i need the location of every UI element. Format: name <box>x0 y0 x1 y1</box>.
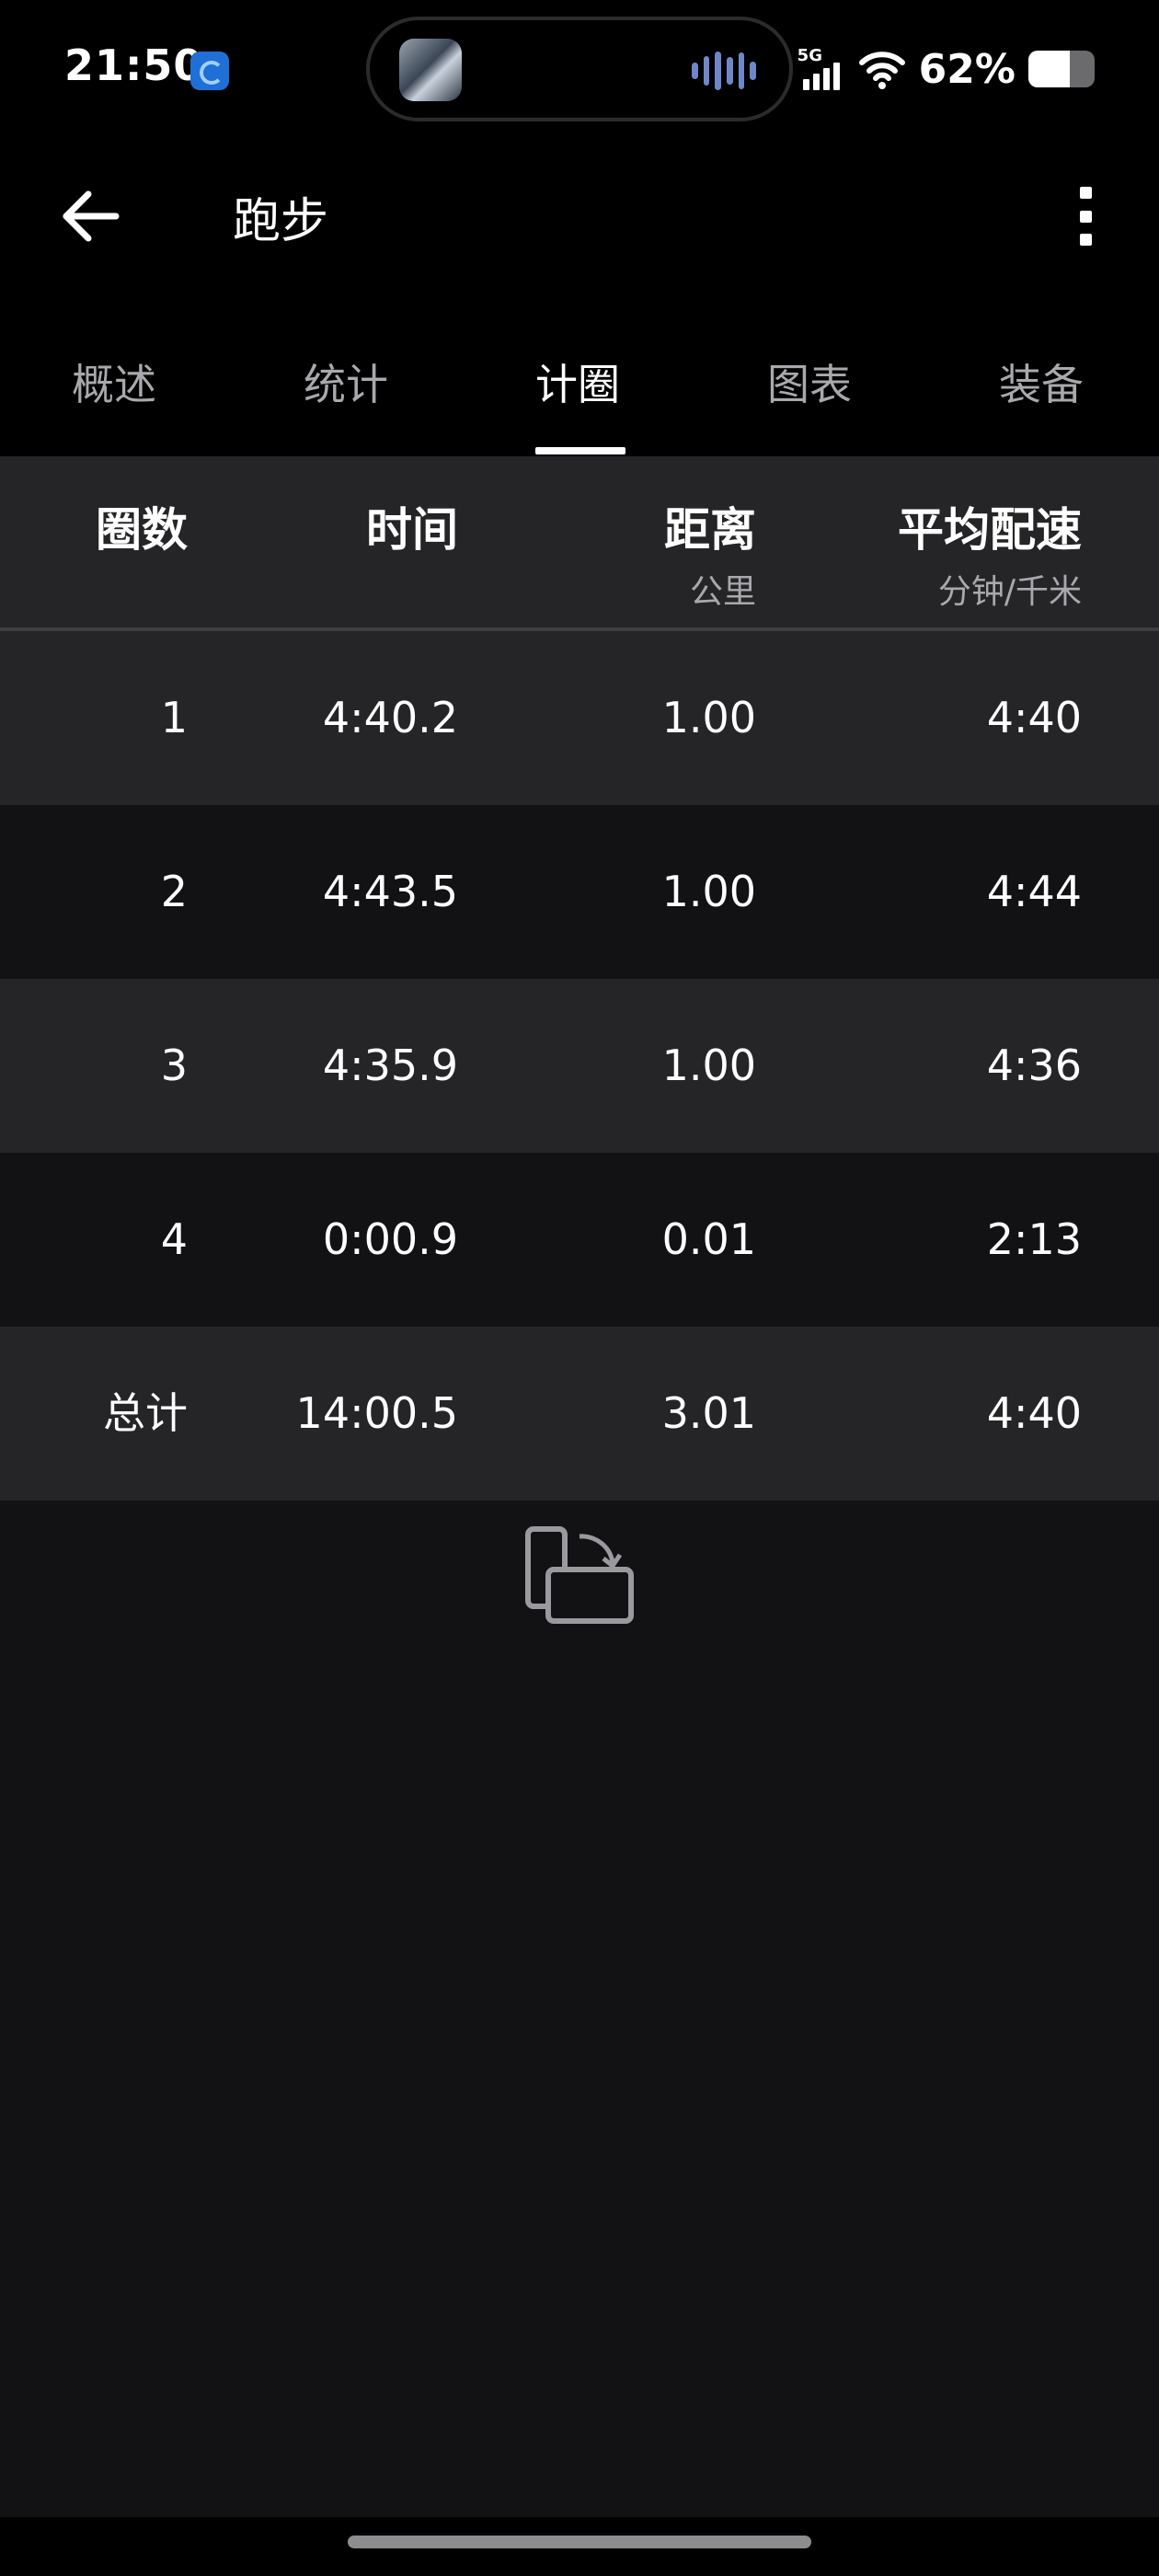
arrow-left-icon[interactable] <box>55 179 129 253</box>
column-header-distance: 距离 公里 <box>664 493 756 613</box>
app-bar: 跑步 <box>0 138 1159 313</box>
status-indicators: 5G 62% <box>798 37 1095 101</box>
column-label: 时间 <box>366 503 458 557</box>
column-unit: 分钟/千米 <box>937 573 1082 611</box>
lap-avg-pace: 4:44 <box>986 867 1082 916</box>
lap-avg-pace: 2:13 <box>986 1214 1082 1264</box>
table-row[interactable]: 2 4:43.5 1.00 4:44 <box>0 805 1159 979</box>
lap-distance: 1.00 <box>661 867 756 916</box>
audio-wave-icon <box>692 52 757 90</box>
table-total-row: 总计 14:00.5 3.01 4:40 <box>0 1327 1159 1501</box>
column-label: 平均配速 <box>898 503 1082 557</box>
lap-distance: 1.00 <box>661 1041 756 1090</box>
lap-number: 1 <box>160 693 188 742</box>
screen-rotate-icon[interactable] <box>522 1524 637 1627</box>
tab-overview[interactable]: 概述 <box>72 313 156 456</box>
battery-icon <box>1028 51 1095 87</box>
lap-distance: 1.00 <box>661 693 756 742</box>
app-root: { "status_bar": { "time": "21:50", "netw… <box>0 0 1159 2576</box>
wifi-icon <box>858 52 905 89</box>
page-title: 跑步 <box>233 194 329 249</box>
table-row[interactable]: 1 4:40.2 1.00 4:40 <box>0 631 1159 805</box>
lap-avg-pace: 4:36 <box>986 1041 1082 1090</box>
lap-time: 4:40.2 <box>322 693 458 742</box>
column-label: 圈数 <box>96 503 188 557</box>
dynamic-island[interactable] <box>366 17 793 121</box>
battery-fill <box>1028 51 1070 87</box>
column-header-lap: 圈数 <box>96 493 188 559</box>
tab-stats[interactable]: 统计 <box>304 313 388 456</box>
lap-avg-pace: 4:40 <box>986 693 1082 742</box>
active-tab-indicator <box>535 447 625 454</box>
lap-number: 3 <box>160 1041 188 1090</box>
battery-percentage: 62% <box>918 45 1016 93</box>
table-row[interactable]: 4 0:00.9 0.01 2:13 <box>0 1153 1159 1327</box>
app-notification-icon <box>190 52 229 90</box>
total-distance: 3.01 <box>661 1388 756 1438</box>
table-header: 圈数 时间 距离 公里 平均配速 分钟/千米 <box>0 456 1159 631</box>
status-bar: 21:50 5G 62% <box>0 0 1159 138</box>
lap-time: 4:43.5 <box>322 867 458 916</box>
column-header-avg-pace: 平均配速 分钟/千米 <box>898 493 1082 613</box>
lap-time: 0:00.9 <box>322 1214 458 1264</box>
lap-number: 4 <box>160 1214 188 1264</box>
media-thumbnail <box>399 39 462 101</box>
column-header-time: 时间 <box>366 493 458 559</box>
laps-table: 圈数 时间 距离 公里 平均配速 分钟/千米 1 4:40.2 1.00 4:4… <box>0 456 1159 1501</box>
table-row[interactable]: 3 4:35.9 1.00 4:36 <box>0 979 1159 1153</box>
column-label: 距离 <box>664 503 756 557</box>
home-indicator[interactable] <box>348 2536 811 2548</box>
total-label: 总计 <box>103 1388 188 1438</box>
total-avg-pace: 4:40 <box>986 1388 1082 1438</box>
column-unit: 公里 <box>689 573 756 611</box>
tab-bar: 概述 统计 计圈 图表 装备 <box>0 313 1159 456</box>
status-time: 21:50 <box>64 40 204 90</box>
tab-laps[interactable]: 计圈 <box>535 313 620 456</box>
total-time: 14:00.5 <box>295 1388 458 1438</box>
cellular-signal-icon: 5G <box>798 46 845 90</box>
lap-time: 4:35.9 <box>322 1041 458 1090</box>
more-vertical-icon[interactable] <box>1067 179 1104 253</box>
lap-number: 2 <box>160 867 188 916</box>
tab-gear[interactable]: 装备 <box>999 313 1084 456</box>
lap-distance: 0.01 <box>661 1214 756 1264</box>
tab-charts[interactable]: 图表 <box>767 313 852 456</box>
